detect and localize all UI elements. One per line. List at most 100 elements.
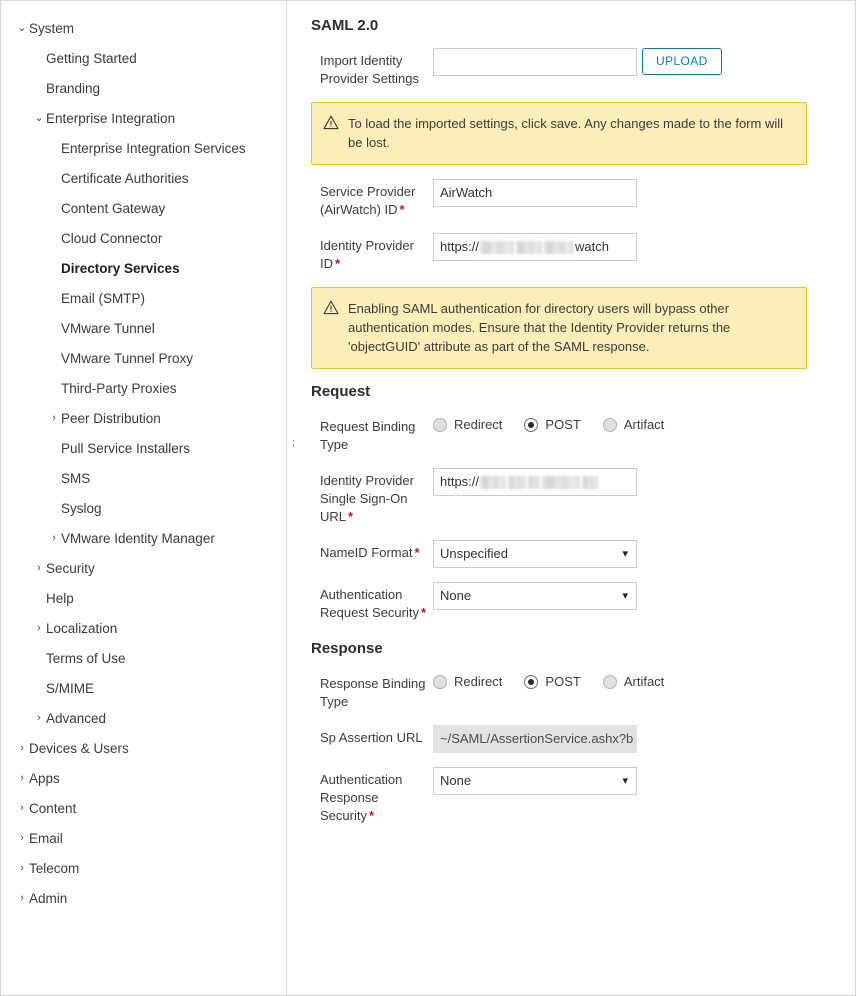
radio-indicator-icon[interactable]: [524, 417, 539, 432]
request-binding-redirect[interactable]: Redirect: [433, 417, 502, 432]
radio-indicator-icon[interactable]: [433, 674, 447, 689]
settings-sidebar: ⌄System›Getting Started›Branding⌄Enterpr…: [1, 1, 287, 995]
sidebar-item-apps[interactable]: › Apps: [1, 770, 286, 800]
chevron-right-icon[interactable]: ›: [15, 890, 29, 907]
sidebar-item-telecom[interactable]: › Telecom: [1, 860, 286, 890]
upload-button[interactable]: UPLOAD: [642, 48, 722, 75]
nameid-format-label: NameID Format *: [311, 540, 433, 562]
radio-indicator-icon[interactable]: [524, 674, 539, 689]
response-binding-redirect[interactable]: Redirect: [433, 674, 502, 689]
required-asterisk: *: [335, 256, 341, 271]
response-binding-post[interactable]: POST: [524, 674, 581, 689]
redacted-segment: [582, 475, 599, 489]
import-file-input[interactable]: [433, 48, 637, 76]
idp-sso-url-input[interactable]: https://: [433, 468, 637, 496]
sidebar-item-vmware-identity-manager[interactable]: › VMware Identity Manager: [1, 530, 286, 560]
identity-provider-id-prefix: https://: [440, 239, 480, 254]
sidebar-item-help[interactable]: ›Help: [1, 590, 286, 620]
identity-provider-id-input[interactable]: https:// watch: [433, 233, 637, 261]
radio-indicator-icon[interactable]: [602, 417, 617, 432]
sidebar-item-advanced[interactable]: › Advanced: [1, 710, 286, 740]
sidebar-item-cloud-connector[interactable]: ›Cloud Connector: [1, 230, 286, 260]
chevron-right-icon[interactable]: ›: [15, 830, 29, 847]
sidebar-item-vmware-tunnel[interactable]: ›VMware Tunnel: [1, 320, 286, 350]
auth-response-security-label: Authentication Response Security *: [311, 767, 433, 825]
chevron-right-icon[interactable]: ›: [15, 770, 29, 787]
sidebar-item-peer-distribution[interactable]: › Peer Distribution: [1, 410, 286, 440]
sidebar-item-certificate-authorities[interactable]: ›Certificate Authorities: [1, 170, 286, 200]
radio-label: POST: [545, 674, 581, 689]
chevron-right-icon[interactable]: ›: [15, 800, 29, 817]
sidebar-item-label: Advanced: [46, 711, 107, 726]
request-binding-type-radio-group: Redirect POST Artifact: [433, 414, 831, 432]
request-binding-post[interactable]: POST: [524, 417, 581, 432]
sidebar-item-label: Content: [29, 801, 77, 816]
import-identity-provider-label: Import Identity Provider Settings: [320, 53, 419, 86]
chevron-down-icon[interactable]: ⌄: [32, 110, 46, 127]
chevron-right-icon[interactable]: ›: [15, 860, 29, 877]
idp-sso-url-control: https://: [433, 468, 831, 496]
chevron-down-icon: ▾: [622, 775, 628, 787]
sidebar-item-s-mime[interactable]: ›S/MIME: [1, 680, 286, 710]
sidebar-item-email[interactable]: › Email: [1, 830, 286, 860]
sidebar-item-email-smtp[interactable]: ›Email (SMTP): [1, 290, 286, 320]
sidebar-item-enterprise-integration[interactable]: ⌄ Enterprise Integration: [1, 110, 286, 140]
saml-alert-text: Enabling SAML authentication for directo…: [348, 301, 731, 354]
redacted-segment: [528, 475, 541, 489]
sidebar-item-getting-started[interactable]: ›Getting Started: [1, 50, 286, 80]
sidebar-item-label: SMS: [61, 471, 91, 486]
sidebar-item-admin[interactable]: › Admin: [1, 890, 286, 920]
radio-indicator-icon[interactable]: [602, 674, 617, 689]
sidebar-item-system[interactable]: ⌄ System: [1, 20, 286, 50]
required-asterisk: *: [368, 808, 375, 823]
auth-request-security-select[interactable]: None ▾: [433, 582, 637, 610]
required-asterisk: *: [348, 509, 354, 524]
sidebar-item-label: Apps: [29, 771, 60, 786]
sidebar-item-sms[interactable]: ›SMS: [1, 470, 286, 500]
idp-sso-url-label: Identity Provider Single Sign-On URL *: [311, 468, 433, 526]
chevron-right-icon[interactable]: ›: [32, 710, 46, 727]
chevron-down-icon[interactable]: ⌄: [15, 20, 29, 37]
sidebar-item-label: Directory Services: [61, 261, 180, 276]
sidebar-item-branding[interactable]: ›Branding: [1, 80, 286, 110]
sidebar-item-third-party-proxies[interactable]: ›Third-Party Proxies: [1, 380, 286, 410]
chevron-right-icon[interactable]: ›: [32, 560, 46, 577]
sidebar-item-enterprise-integration-services[interactable]: ›Enterprise Integration Services: [1, 140, 286, 170]
response-binding-artifact[interactable]: Artifact: [602, 674, 664, 689]
auth-response-security-select[interactable]: None ▾: [433, 767, 637, 795]
sidebar-item-pull-service-installers[interactable]: ›Pull Service Installers: [1, 440, 286, 470]
response-section-heading: Response: [311, 640, 383, 657]
auth-response-security-control: None ▾: [433, 767, 831, 795]
chevron-right-icon[interactable]: ›: [47, 530, 61, 547]
sidebar-item-label: Third-Party Proxies: [61, 381, 177, 396]
identity-provider-id-row: Identity Provider ID * https:// watch: [311, 233, 831, 273]
response-binding-type-control: Redirect POST Artifact: [433, 671, 831, 689]
nameid-format-value: Unspecified: [440, 546, 508, 561]
sidebar-item-localization[interactable]: › Localization: [1, 620, 286, 650]
chevron-right-icon[interactable]: ›: [32, 620, 46, 637]
sidebar-item-security[interactable]: › Security: [1, 560, 286, 590]
service-provider-id-input[interactable]: AirWatch: [433, 179, 637, 207]
request-binding-artifact[interactable]: Artifact: [602, 417, 664, 432]
sidebar-item-devices-users[interactable]: › Devices & Users: [1, 740, 286, 770]
sidebar-item-vmware-tunnel-proxy[interactable]: ›VMware Tunnel Proxy: [1, 350, 286, 380]
chevron-right-icon[interactable]: ›: [47, 410, 61, 427]
chevron-right-icon[interactable]: ›: [15, 740, 29, 757]
redacted-segment: [544, 240, 575, 254]
service-provider-id-row: Service Provider (AirWatch) ID * AirWatch: [311, 179, 831, 219]
sp-assertion-url-input: ~/SAML/AssertionService.ashx?b: [433, 725, 637, 753]
sidebar-item-label: Admin: [29, 891, 68, 906]
sidebar-item-content-gateway[interactable]: ›Content Gateway: [1, 200, 286, 230]
sidebar-item-terms-of-use[interactable]: ›Terms of Use: [1, 650, 286, 680]
auth-response-security-label-text: Authentication Response Security: [320, 772, 403, 823]
nameid-format-select[interactable]: Unspecified ▾: [433, 540, 637, 568]
sidebar-item-content[interactable]: › Content: [1, 800, 286, 830]
radio-indicator-icon[interactable]: [433, 417, 447, 432]
radio-label: POST: [545, 417, 581, 432]
sp-assertion-url-control: ~/SAML/AssertionService.ashx?b: [433, 725, 831, 753]
sidebar-item-directory-services[interactable]: ›Directory Services: [1, 260, 286, 290]
service-provider-id-label: Service Provider (AirWatch) ID *: [311, 179, 433, 219]
sidebar-item-label: Cloud Connector: [61, 231, 163, 246]
sidebar-item-label: Security: [46, 561, 95, 576]
sidebar-item-syslog[interactable]: ›Syslog: [1, 500, 286, 530]
